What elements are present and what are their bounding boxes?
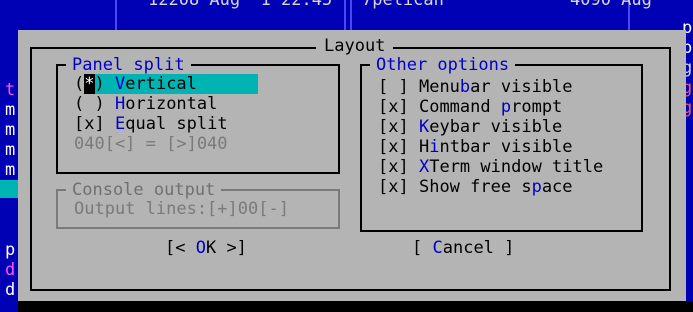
- radio-horizontal[interactable]: ( ) Horizontal: [74, 94, 217, 114]
- radio-mark: [84, 94, 94, 114]
- split-ratio-control: 040[<] = [>]040: [74, 134, 228, 154]
- checkbox-show-free-space[interactable]: [x] Show free space: [378, 177, 573, 197]
- option-label: ace: [541, 177, 573, 197]
- console-output-group: Console output Output lines:[+]00[-]: [56, 180, 340, 229]
- option-label: Term window title: [429, 157, 604, 177]
- checkbox-mark: [x]: [378, 97, 409, 117]
- radio-open: (: [74, 94, 85, 114]
- checkbox-mark: [x]: [378, 157, 409, 177]
- checkbox-equal-split[interactable]: [x] Equal split: [74, 114, 228, 134]
- option-label: Command: [418, 97, 501, 117]
- ok-button[interactable]: [< OK >]: [165, 238, 247, 258]
- radio-mark: *: [84, 74, 95, 94]
- hotkey-letter: p: [531, 177, 542, 197]
- checkbox-mark: [x]: [378, 137, 409, 157]
- panel-split-group: Panel split (*) Vertical ( ) Horizontal …: [56, 55, 340, 174]
- checkbox-open: [: [74, 114, 85, 134]
- left-edge-letter: m: [5, 120, 16, 140]
- radio-label: ertical: [125, 74, 197, 94]
- option-label: ar visible: [470, 77, 573, 97]
- cancel-button[interactable]: [ Cancel ]: [412, 238, 514, 258]
- left-edge-letter: d: [5, 260, 16, 280]
- hotkey-letter: V: [115, 74, 126, 94]
- radio-vertical[interactable]: (*) Vertical: [74, 74, 259, 94]
- hotkey-letter: K: [418, 117, 430, 137]
- hotkey-letter: H: [115, 94, 126, 114]
- checkbox-menubar-visible[interactable]: [ ] Menubar visible: [378, 77, 573, 97]
- radio-close: ): [94, 74, 105, 94]
- hotkey-letter: b: [459, 77, 471, 97]
- output-lines-control: Output lines:[+]00[-]: [74, 199, 289, 219]
- checkbox-mark: [ ]: [378, 77, 409, 97]
- button-bracket: [: [412, 238, 433, 258]
- checkbox-space: [105, 114, 115, 134]
- selection-pad: [197, 74, 258, 94]
- checkbox-xterm-window-title[interactable]: [x] XTerm window title: [378, 157, 603, 177]
- left-edge-letter: t: [5, 80, 16, 100]
- left-panel-cursor: [0, 180, 18, 198]
- other-options-title: Other options: [370, 55, 516, 75]
- checkbox-mark: [x]: [378, 117, 409, 137]
- left-edge-letter: p: [5, 240, 16, 260]
- radio-label: orizontal: [125, 94, 218, 114]
- option-label: Menu: [418, 77, 460, 97]
- option-label: Show free s: [418, 177, 532, 197]
- option-label: H: [418, 137, 430, 157]
- hotkey-letter: X: [418, 157, 430, 177]
- checkbox-mark: [x]: [378, 177, 409, 197]
- button-label: K >]: [205, 238, 247, 258]
- left-edge-letter: m: [5, 140, 16, 160]
- option-label: rompt: [511, 97, 563, 117]
- radio-close: ): [94, 94, 105, 114]
- hotkey-letter: i: [429, 137, 440, 157]
- dialog-title: Layout: [316, 36, 394, 56]
- hotkey-letter: p: [500, 97, 512, 117]
- layout-dialog: Layout Panel split (*) Vertical ( ) Hori…: [18, 30, 686, 301]
- button-bracket: [<: [165, 238, 196, 258]
- console-output-title: Console output: [66, 180, 222, 200]
- checkbox-close: ]: [94, 114, 105, 134]
- panel-split-title: Panel split: [66, 55, 191, 75]
- button-label: ancel ]: [442, 238, 515, 258]
- option-label: eybar visible: [429, 117, 563, 137]
- radio-vertical-label-wrap: ) Vertical: [94, 74, 259, 94]
- hotkey-letter: C: [432, 238, 443, 258]
- dialog-shadow: [18, 301, 693, 312]
- left-edge-letter: d: [5, 280, 16, 300]
- radio-open: (: [74, 74, 85, 94]
- radio-space: [105, 94, 115, 114]
- left-edge-letter: m: [5, 160, 16, 180]
- hotkey-letter: E: [115, 114, 126, 134]
- left-edge-letter: m: [5, 100, 16, 120]
- background-file-name: 7pelican: [362, 0, 444, 10]
- checkbox-mark: x: [84, 114, 95, 134]
- option-label: ntbar visible: [439, 137, 573, 157]
- checkbox-hintbar-visible[interactable]: [x] Hintbar visible: [378, 137, 573, 157]
- radio-space: [105, 74, 115, 94]
- checkbox-command-prompt[interactable]: [x] Command prompt: [378, 97, 562, 117]
- background-file-size: 4090 Aug: [570, 0, 652, 10]
- other-options-group: Other options [ ] Menubar visible [x] Co…: [360, 55, 643, 232]
- hotkey-letter: O: [195, 238, 206, 258]
- checkbox-keybar-visible[interactable]: [x] Keybar visible: [378, 117, 562, 137]
- checkbox-label: qual split: [125, 114, 228, 134]
- background-file-date: 12208 Aug 1 22:45: [148, 0, 333, 10]
